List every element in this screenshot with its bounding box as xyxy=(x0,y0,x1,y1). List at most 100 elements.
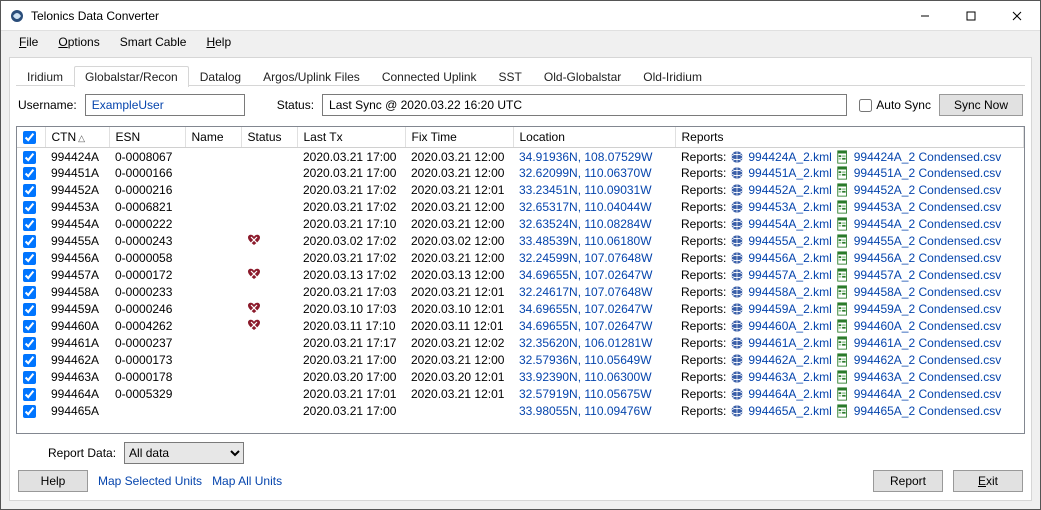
col-header-esn[interactable]: ESN xyxy=(109,127,185,148)
report-button[interactable]: Report xyxy=(873,470,943,492)
csv-link[interactable]: 994464A_2 Condensed.csv xyxy=(854,387,1001,401)
exit-button[interactable]: Exit xyxy=(953,470,1023,492)
csv-link[interactable]: 994455A_2 Condensed.csv xyxy=(854,234,1001,248)
sync-now-button[interactable]: Sync Now xyxy=(939,94,1023,116)
kml-link[interactable]: 994461A_2.kml xyxy=(748,336,831,350)
table-row[interactable]: 994456A0-00000582020.03.21 17:022020.03.… xyxy=(17,250,1024,267)
col-header-fixtime[interactable]: Fix Time xyxy=(405,127,513,148)
tab-old-globalstar[interactable]: Old-Globalstar xyxy=(533,66,632,87)
help-button[interactable]: Help xyxy=(18,470,88,492)
location-link[interactable]: 32.24617N, 107.07648W xyxy=(519,285,652,299)
row-checkbox[interactable] xyxy=(23,286,36,299)
table-row[interactable]: 994458A0-00002332020.03.21 17:032020.03.… xyxy=(17,284,1024,301)
minimize-button[interactable] xyxy=(902,1,948,31)
col-header-lasttx[interactable]: Last Tx xyxy=(297,127,405,148)
location-link[interactable]: 32.35620N, 106.01281W xyxy=(519,336,652,350)
kml-link[interactable]: 994454A_2.kml xyxy=(748,217,831,231)
csv-link[interactable]: 994461A_2 Condensed.csv xyxy=(854,336,1001,350)
row-checkbox[interactable] xyxy=(23,167,36,180)
table-row[interactable]: 994464A0-00053292020.03.21 17:012020.03.… xyxy=(17,386,1024,403)
select-all-checkbox[interactable] xyxy=(23,131,36,144)
location-link[interactable]: 34.69655N, 107.02647W xyxy=(519,319,652,333)
autosync-checkbox-wrap[interactable]: Auto Sync xyxy=(859,98,931,112)
row-checkbox[interactable] xyxy=(23,303,36,316)
tab-sst[interactable]: SST xyxy=(488,66,533,87)
csv-link[interactable]: 994460A_2 Condensed.csv xyxy=(854,319,1001,333)
kml-link[interactable]: 994464A_2.kml xyxy=(748,387,831,401)
csv-link[interactable]: 994465A_2 Condensed.csv xyxy=(854,404,1001,418)
row-checkbox[interactable] xyxy=(23,184,36,197)
row-checkbox[interactable] xyxy=(23,269,36,282)
tab-iridium[interactable]: Iridium xyxy=(16,66,74,87)
username-field[interactable]: ExampleUser xyxy=(85,94,245,116)
kml-link[interactable]: 994424A_2.kml xyxy=(748,150,831,164)
csv-link[interactable]: 994459A_2 Condensed.csv xyxy=(854,302,1001,316)
location-link[interactable]: 32.62099N, 110.06370W xyxy=(519,166,652,180)
username-link[interactable]: ExampleUser xyxy=(92,98,164,112)
table-row[interactable]: 994461A0-00002372020.03.21 17:172020.03.… xyxy=(17,335,1024,352)
csv-link[interactable]: 994456A_2 Condensed.csv xyxy=(854,251,1001,265)
col-header-ctn[interactable]: CTN△ xyxy=(45,127,109,148)
location-link[interactable]: 33.48539N, 110.06180W xyxy=(519,234,652,248)
row-checkbox[interactable] xyxy=(23,320,36,333)
kml-link[interactable]: 994462A_2.kml xyxy=(748,353,831,367)
kml-link[interactable]: 994465A_2.kml xyxy=(748,404,831,418)
location-link[interactable]: 34.69655N, 107.02647W xyxy=(519,268,652,282)
tab-globalstar-recon[interactable]: Globalstar/Recon xyxy=(74,66,189,87)
close-button[interactable] xyxy=(994,1,1040,31)
col-header-reports[interactable]: Reports xyxy=(675,127,1024,148)
kml-link[interactable]: 994463A_2.kml xyxy=(748,370,831,384)
csv-link[interactable]: 994424A_2 Condensed.csv xyxy=(854,150,1001,164)
kml-link[interactable]: 994459A_2.kml xyxy=(748,302,831,316)
col-header-location[interactable]: Location xyxy=(513,127,675,148)
table-row[interactable]: 994451A0-00001662020.03.21 17:002020.03.… xyxy=(17,165,1024,182)
kml-link[interactable]: 994458A_2.kml xyxy=(748,285,831,299)
autosync-checkbox[interactable] xyxy=(859,99,872,112)
menu-smartcable[interactable]: Smart Cable xyxy=(110,33,197,51)
location-link[interactable]: 33.92390N, 110.06300W xyxy=(519,370,652,384)
tab-datalog[interactable]: Datalog xyxy=(189,66,252,87)
row-checkbox[interactable] xyxy=(23,252,36,265)
tab-argos-uplink-files[interactable]: Argos/Uplink Files xyxy=(252,66,371,87)
maximize-button[interactable] xyxy=(948,1,994,31)
table-row[interactable]: 994454A0-00002222020.03.21 17:102020.03.… xyxy=(17,216,1024,233)
kml-link[interactable]: 994452A_2.kml xyxy=(748,183,831,197)
report-data-select[interactable]: All data xyxy=(124,442,244,464)
row-checkbox[interactable] xyxy=(23,235,36,248)
kml-link[interactable]: 994457A_2.kml xyxy=(748,268,831,282)
csv-link[interactable]: 994457A_2 Condensed.csv xyxy=(854,268,1001,282)
location-link[interactable]: 32.57936N, 110.05649W xyxy=(519,353,652,367)
csv-link[interactable]: 994454A_2 Condensed.csv xyxy=(854,217,1001,231)
table-row[interactable]: 994463A0-00001782020.03.20 17:002020.03.… xyxy=(17,369,1024,386)
table-row[interactable]: 994424A0-00080672020.03.21 17:002020.03.… xyxy=(17,148,1024,165)
csv-link[interactable]: 994463A_2 Condensed.csv xyxy=(854,370,1001,384)
kml-link[interactable]: 994453A_2.kml xyxy=(748,200,831,214)
map-all-units-link[interactable]: Map All Units xyxy=(212,474,282,488)
tab-connected-uplink[interactable]: Connected Uplink xyxy=(371,66,488,87)
csv-link[interactable]: 994462A_2 Condensed.csv xyxy=(854,353,1001,367)
menu-help[interactable]: Help xyxy=(196,33,241,51)
table-row[interactable]: 994457A0-00001722020.03.13 17:022020.03.… xyxy=(17,267,1024,284)
table-row[interactable]: 994453A0-00068212020.03.21 17:022020.03.… xyxy=(17,199,1024,216)
csv-link[interactable]: 994458A_2 Condensed.csv xyxy=(854,285,1001,299)
kml-link[interactable]: 994460A_2.kml xyxy=(748,319,831,333)
location-link[interactable]: 32.24599N, 107.07648W xyxy=(519,251,652,265)
menu-options[interactable]: Options xyxy=(48,33,109,51)
csv-link[interactable]: 994452A_2 Condensed.csv xyxy=(854,183,1001,197)
tab-old-iridium[interactable]: Old-Iridium xyxy=(632,66,713,87)
table-row[interactable]: 994465A2020.03.21 17:0033.98055N, 110.09… xyxy=(17,403,1024,420)
location-link[interactable]: 34.91936N, 108.07529W xyxy=(519,150,652,164)
csv-link[interactable]: 994453A_2 Condensed.csv xyxy=(854,200,1001,214)
location-link[interactable]: 32.65317N, 110.04044W xyxy=(519,200,652,214)
kml-link[interactable]: 994451A_2.kml xyxy=(748,166,831,180)
location-link[interactable]: 32.57919N, 110.05675W xyxy=(519,387,652,401)
menu-file[interactable]: File xyxy=(9,33,48,51)
kml-link[interactable]: 994456A_2.kml xyxy=(748,251,831,265)
col-header-status[interactable]: Status xyxy=(241,127,297,148)
row-checkbox[interactable] xyxy=(23,151,36,164)
table-row[interactable]: 994460A0-00042622020.03.11 17:102020.03.… xyxy=(17,318,1024,335)
row-checkbox[interactable] xyxy=(23,388,36,401)
map-selected-units-link[interactable]: Map Selected Units xyxy=(98,474,202,488)
table-row[interactable]: 994452A0-00002162020.03.21 17:022020.03.… xyxy=(17,182,1024,199)
location-link[interactable]: 33.98055N, 110.09476W xyxy=(519,404,652,418)
